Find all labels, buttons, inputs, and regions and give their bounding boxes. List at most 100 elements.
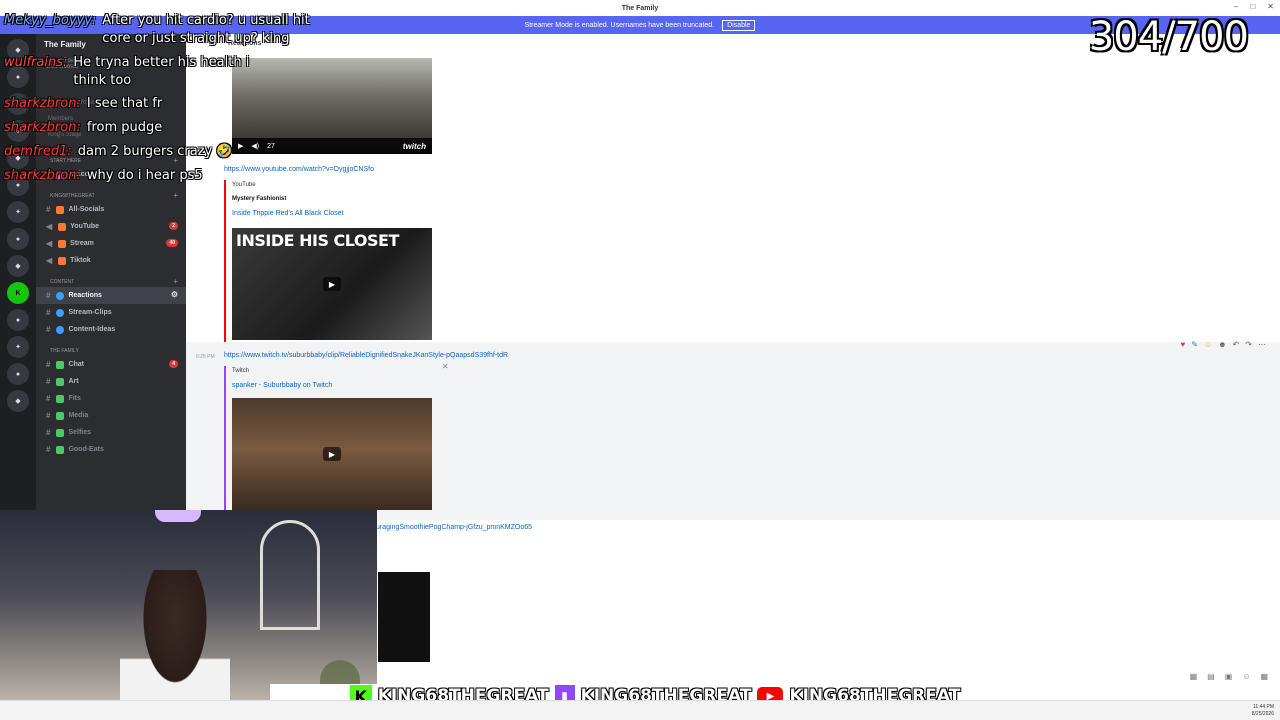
forward-icon[interactable]: ↷	[1245, 340, 1252, 349]
chat-username: sharkzbron:	[4, 168, 81, 183]
message-link[interactable]: uragingSmoothiePogChamp-jGfzu_pmnKMZOo65	[376, 524, 532, 531]
remove-embed-icon[interactable]: ✕	[442, 362, 449, 371]
server-icon[interactable]: ●	[7, 363, 29, 385]
hash-icon: #	[46, 428, 51, 437]
plus-icon[interactable]: +	[173, 277, 178, 286]
channel-chat[interactable]: # Chat 4	[36, 356, 186, 373]
embed-accent	[224, 366, 226, 516]
mirror	[260, 520, 320, 630]
video-player-controls: ▶ ◀) 27 twitch	[232, 138, 432, 154]
thumbnail-image: INSIDE HIS CLOSET ▶	[232, 228, 432, 340]
category-the-family[interactable]: THE FAMILY	[36, 338, 186, 356]
server-icon[interactable]: ✦	[7, 336, 29, 358]
hash-icon: #	[46, 445, 51, 454]
disable-streamer-mode-button[interactable]: Disable	[722, 19, 756, 31]
gear-icon[interactable]: ⚙	[171, 290, 178, 299]
unread-badge: 2	[169, 222, 178, 230]
flame-icon	[58, 222, 67, 231]
reply-icon[interactable]: ↶	[1233, 340, 1240, 349]
channel-fits[interactable]: # Fits	[36, 390, 186, 407]
screen: The Family – □ ✕ Streamer Mode is enable…	[0, 0, 1280, 720]
channel-label: Selfies	[68, 429, 92, 436]
channel-all-socials[interactable]: # All-Socials	[36, 201, 186, 218]
hash-icon: #	[46, 205, 51, 214]
embed-author[interactable]: Mystery Fashionist	[232, 196, 286, 202]
server-icon[interactable]: ✦	[7, 201, 29, 223]
add-reaction-icon[interactable]: ☻	[1218, 340, 1226, 349]
server-icon[interactable]: K	[7, 282, 29, 304]
hash-icon: #	[46, 360, 51, 369]
channel-label: Art	[68, 378, 79, 385]
category-label: THE FAMILY	[50, 348, 79, 354]
twitch-thumbnail[interactable]: ▶	[232, 398, 432, 510]
server-icon[interactable]: ◆	[7, 390, 29, 412]
plus-icon[interactable]: +	[173, 191, 178, 200]
message-link[interactable]: https://www.youtube.com/watch?v=OygjjoCN…	[224, 166, 374, 173]
embed-title[interactable]: Inside Trippie Red's All Black Closet	[232, 210, 343, 217]
system-tray[interactable]: 11:44 PM 8/25/2026	[1252, 704, 1274, 718]
channel-art[interactable]: # Art	[36, 373, 186, 390]
chat-username: sharkzbron:	[4, 120, 81, 135]
chat-text: He tryna better his health i think too	[73, 55, 250, 88]
embed-title[interactable]: spanker - Suburbbaby on Twitch	[232, 382, 332, 389]
minimize-icon[interactable]: –	[1234, 2, 1238, 11]
channel-label: Tiktok	[70, 257, 91, 264]
chat-text: I see that fr	[86, 96, 163, 111]
leaf-icon	[56, 411, 65, 420]
chat-username: wulfrains:	[4, 55, 68, 70]
emoji-icon[interactable]: ☺	[1204, 340, 1212, 349]
category-king68thegreat[interactable]: KING68THEGREAT +	[36, 183, 186, 201]
channel-good-eats[interactable]: # Good-Eats	[36, 441, 186, 458]
apps-icon[interactable]: ▦	[1260, 672, 1268, 681]
youtube-thumbnail[interactable]: INSIDE HIS CLOSET ▶	[232, 228, 432, 340]
chat-message: wulfrains: He tryna better his health i t…	[4, 54, 273, 90]
emoji-icon[interactable]: ☺	[1242, 672, 1250, 681]
chat-username: Mekyy_boyyy:	[4, 13, 97, 28]
channel-label: Content-Ideas	[68, 326, 116, 333]
server-icon[interactable]: ◆	[7, 255, 29, 277]
hash-icon: #	[46, 377, 51, 386]
channel-content-ideas[interactable]: # Content-Ideas	[36, 321, 186, 338]
channel-stream-clips[interactable]: # Stream-Clips	[36, 304, 186, 321]
sticker-icon[interactable]: ▣	[1225, 672, 1233, 681]
channel-youtube[interactable]: ◀ YouTube 2	[36, 218, 186, 235]
chat-message: sharkzbron: I see that fr	[4, 95, 162, 113]
chat-text: from pudge	[86, 120, 163, 135]
channel-stream[interactable]: ◀ Stream 40	[36, 235, 186, 252]
heart-icon[interactable]: ♥	[1181, 340, 1186, 349]
chat-text: why do i hear ps5	[86, 168, 203, 183]
gif-icon[interactable]: ▤	[1207, 672, 1215, 681]
channel-tiktok[interactable]: ◀ Tiktok	[36, 252, 186, 269]
server-icon[interactable]: ●	[7, 309, 29, 331]
maximize-icon[interactable]: □	[1250, 2, 1255, 11]
thumbnail-text: INSIDE HIS CLOSET	[236, 231, 399, 250]
channel-media[interactable]: # Media	[36, 407, 186, 424]
unread-badge: 40	[166, 239, 178, 247]
channel-label: Good-Eats	[68, 446, 104, 453]
chat-username: sharkzbron:	[4, 96, 81, 111]
category-content[interactable]: CONTENT +	[36, 269, 186, 287]
play-icon[interactable]: ▶	[238, 142, 243, 150]
server-icon[interactable]: ●	[7, 228, 29, 250]
video-time: 27	[267, 142, 275, 150]
channel-reactions[interactable]: # Reactions ⚙	[36, 287, 186, 304]
globe-icon	[56, 308, 65, 317]
gift-icon[interactable]: ▦	[1190, 672, 1198, 681]
chat-message: demfred1: dam 2 burgers crazy 🤣	[4, 143, 233, 161]
leaf-icon	[56, 428, 65, 437]
volume-icon[interactable]: ◀)	[251, 142, 259, 150]
channel-label: Stream-Clips	[68, 309, 112, 316]
close-icon[interactable]: ✕	[1267, 2, 1274, 11]
embed-accent	[224, 180, 226, 344]
play-icon[interactable]: ▶	[323, 277, 341, 291]
play-icon[interactable]: ▶	[323, 447, 341, 461]
chat-message: sharkzbron: from pudge	[4, 119, 162, 137]
pencil-icon[interactable]: ✎	[1191, 340, 1198, 349]
message-link[interactable]: https://www.twitch.tv/suburbbaby/clip/Re…	[224, 352, 508, 359]
bottom-toolbar: ▦ ▤ ▣ ☺ ▦	[1190, 672, 1268, 681]
channel-selfies[interactable]: # Selfies	[36, 424, 186, 441]
clock-date: 8/25/2026	[1251, 711, 1274, 717]
leaf-icon	[56, 394, 65, 403]
more-icon[interactable]: ⋯	[1258, 340, 1266, 349]
thumbnail-image: ▶	[232, 398, 432, 510]
